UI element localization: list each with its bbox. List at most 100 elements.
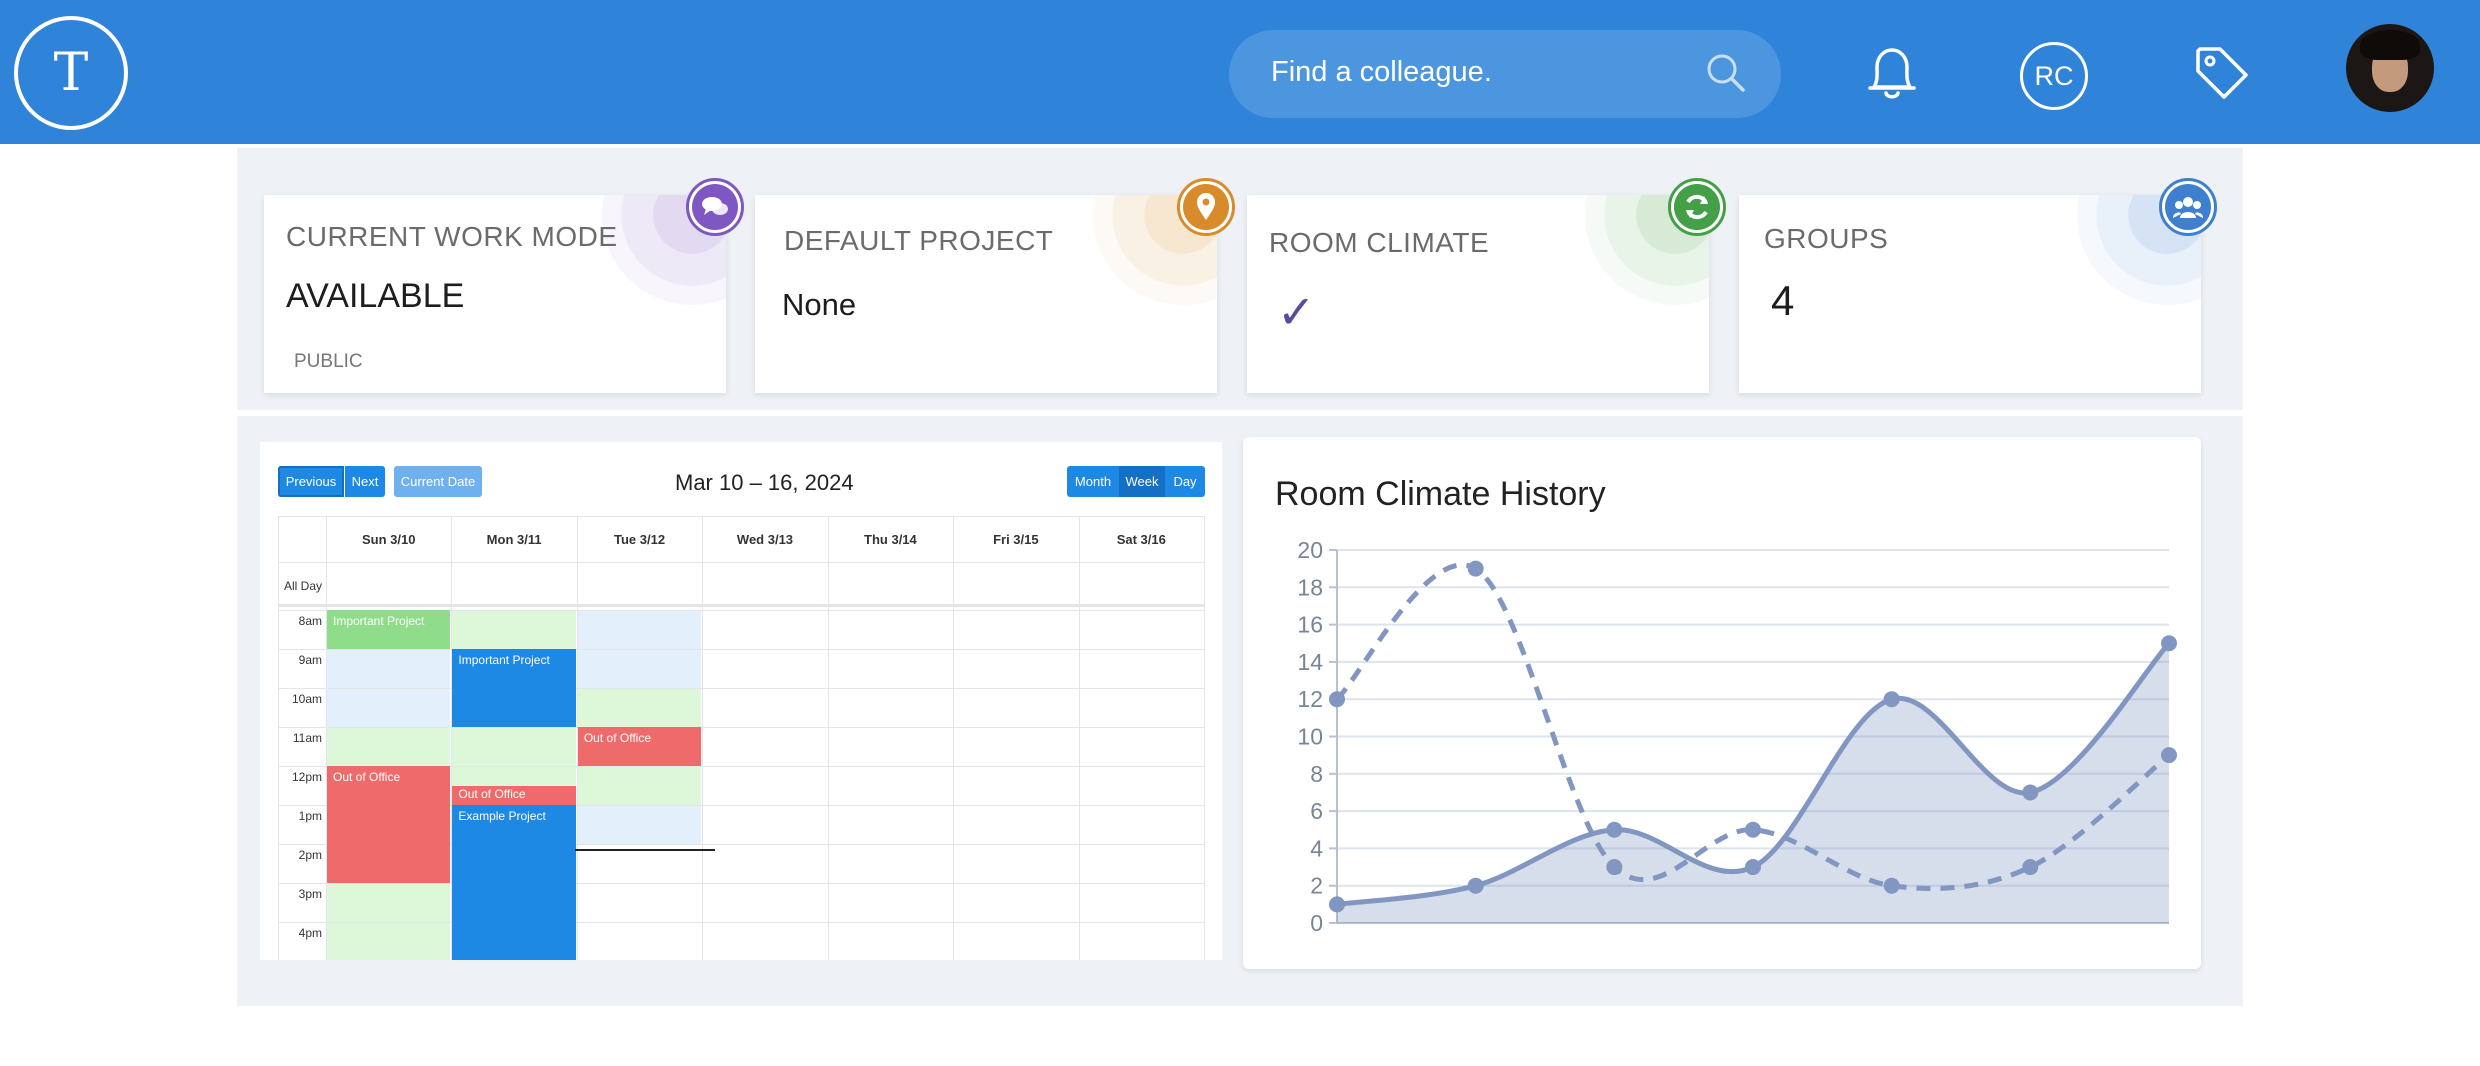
- y-tick-label: 14: [1297, 649, 1323, 675]
- card-groups[interactable]: GROUPS 4: [1739, 195, 2201, 393]
- calendar-time-slot[interactable]: [577, 766, 702, 805]
- time-label: 9am: [298, 653, 322, 667]
- day-header: Mon 3/11: [486, 531, 542, 547]
- calendar-time-slot[interactable]: [327, 727, 451, 766]
- day-view-button[interactable]: Day: [1165, 466, 1205, 497]
- card-subtitle: PUBLIC: [294, 351, 363, 372]
- y-tick-label: 2: [1310, 873, 1323, 899]
- current-date-button[interactable]: Current Date: [394, 466, 482, 497]
- grid-line: [827, 516, 829, 960]
- search-icon[interactable]: [1705, 52, 1747, 94]
- card-title: DEFAULT PROJECT: [784, 225, 1054, 256]
- data-point: [1745, 859, 1761, 876]
- colleague-search[interactable]: Find a colleague.: [1229, 30, 1781, 118]
- card-room-climate[interactable]: ROOM CLIMATE ✓: [1247, 195, 1709, 393]
- day-header: Wed 3/13: [736, 531, 794, 547]
- calendar-event[interactable]: Out of Office: [577, 727, 702, 766]
- data-point: [1329, 896, 1345, 913]
- calendar-event[interactable]: Important Project: [327, 610, 451, 649]
- day-header: Sat 3/16: [1116, 531, 1166, 547]
- calendar-title: Mar 10 – 16, 2024: [675, 470, 854, 495]
- refresh-icon: [1668, 178, 1726, 236]
- y-tick-label: 16: [1297, 612, 1323, 638]
- previous-button[interactable]: Previous: [278, 466, 344, 497]
- day-header: Tue 3/12: [614, 531, 666, 547]
- data-point: [2022, 859, 2039, 876]
- y-tick-label: 6: [1310, 798, 1323, 824]
- chat-icon: [686, 178, 744, 236]
- time-label: 3pm: [298, 887, 322, 901]
- search-input[interactable]: Find a colleague.: [1271, 56, 1492, 89]
- calendar-time-slot[interactable]: [577, 688, 702, 727]
- data-point: [2022, 784, 2039, 801]
- grid-line: [278, 922, 1204, 923]
- current-time-indicator: [575, 849, 715, 851]
- time-label: 8am: [298, 614, 322, 628]
- calendar-event[interactable]: Out of Office: [452, 785, 576, 805]
- bell-icon[interactable]: [1864, 43, 1920, 105]
- all-day-label: All Day: [283, 579, 322, 593]
- card-value: AVAILABLE: [286, 277, 465, 315]
- y-tick-label: 0: [1310, 910, 1323, 936]
- month-view-button[interactable]: Month: [1067, 466, 1119, 497]
- user-avatar[interactable]: [2346, 24, 2434, 112]
- next-button[interactable]: Next: [345, 466, 385, 497]
- card-value: 4: [1771, 277, 1795, 324]
- grid-line: [1204, 516, 1205, 960]
- logo-letter: T: [53, 43, 89, 103]
- avatar-hair: [2360, 30, 2420, 60]
- app-logo[interactable]: T: [14, 16, 128, 130]
- data-point: [1883, 691, 1900, 708]
- calendar-event[interactable]: Important Project: [452, 649, 576, 727]
- top-navigation-bar: T Find a colleague. RC: [0, 0, 2480, 144]
- y-tick-label: 10: [1297, 724, 1323, 750]
- grid-line: [702, 516, 704, 960]
- user-initials: RC: [2034, 60, 2074, 91]
- calendar-time-slot[interactable]: [452, 610, 576, 649]
- y-tick-label: 18: [1297, 574, 1323, 600]
- grid-line: [278, 604, 1204, 607]
- calendar-event[interactable]: Out of Office: [327, 766, 451, 883]
- calendar-time-slot[interactable]: [327, 649, 451, 688]
- y-tick-label: 8: [1310, 761, 1323, 787]
- grid-line: [326, 516, 327, 960]
- location-pin-icon: [1177, 178, 1235, 236]
- room-climate-chart: 0 2 4 6 8 10 12 14 16 18 20: [1297, 537, 2177, 936]
- card-title: ROOM CLIMATE: [1269, 227, 1490, 258]
- day-header: Fri 3/15: [993, 531, 1039, 547]
- grid-line: [278, 688, 1204, 689]
- grid-line: [278, 727, 1204, 728]
- user-initials-button[interactable]: RC: [2020, 42, 2088, 110]
- day-header: Sun 3/10: [361, 531, 416, 547]
- time-label: 1pm: [298, 809, 322, 823]
- time-label: 11am: [292, 731, 322, 745]
- y-tick-label: 20: [1297, 537, 1323, 563]
- data-point: [1467, 560, 1484, 577]
- data-point: [2161, 635, 2177, 652]
- grid-line: [278, 562, 1204, 563]
- group-icon: [2159, 178, 2217, 236]
- time-label: 10am: [291, 692, 322, 706]
- time-label: 12pm: [291, 770, 322, 784]
- series-area-0: [1337, 643, 2169, 923]
- card-current-work-mode[interactable]: CURRENT WORK MODE AVAILABLE PUBLIC: [264, 195, 726, 393]
- data-point: [1883, 877, 1900, 894]
- week-view-button[interactable]: Week: [1119, 466, 1165, 497]
- tag-icon[interactable]: [2192, 43, 2252, 103]
- calendar-event[interactable]: Example Project: [452, 805, 576, 960]
- room-climate-history-card: Room Climate History 0 2 4 6 8 10 12 14 16 18 20: [1243, 437, 2201, 969]
- time-label: 4pm: [298, 926, 322, 940]
- calendar-time-slot[interactable]: [452, 766, 576, 786]
- card-value: None: [782, 287, 857, 322]
- card-title: GROUPS: [1764, 223, 1889, 254]
- time-label: 2pm: [298, 848, 322, 862]
- calendar-time-slot[interactable]: [327, 688, 451, 727]
- week-calendar: Previous Next Current Date Mar 10 – 16, …: [260, 442, 1222, 960]
- card-default-project[interactable]: DEFAULT PROJECT None: [755, 195, 1217, 393]
- data-point: [1606, 821, 1623, 838]
- calendar-time-slot[interactable]: [577, 805, 702, 844]
- grid-line: [278, 649, 1204, 650]
- card-checkmark: ✓: [1277, 285, 1316, 339]
- data-point: [1745, 821, 1761, 838]
- calendar-time-slot[interactable]: [452, 727, 576, 766]
